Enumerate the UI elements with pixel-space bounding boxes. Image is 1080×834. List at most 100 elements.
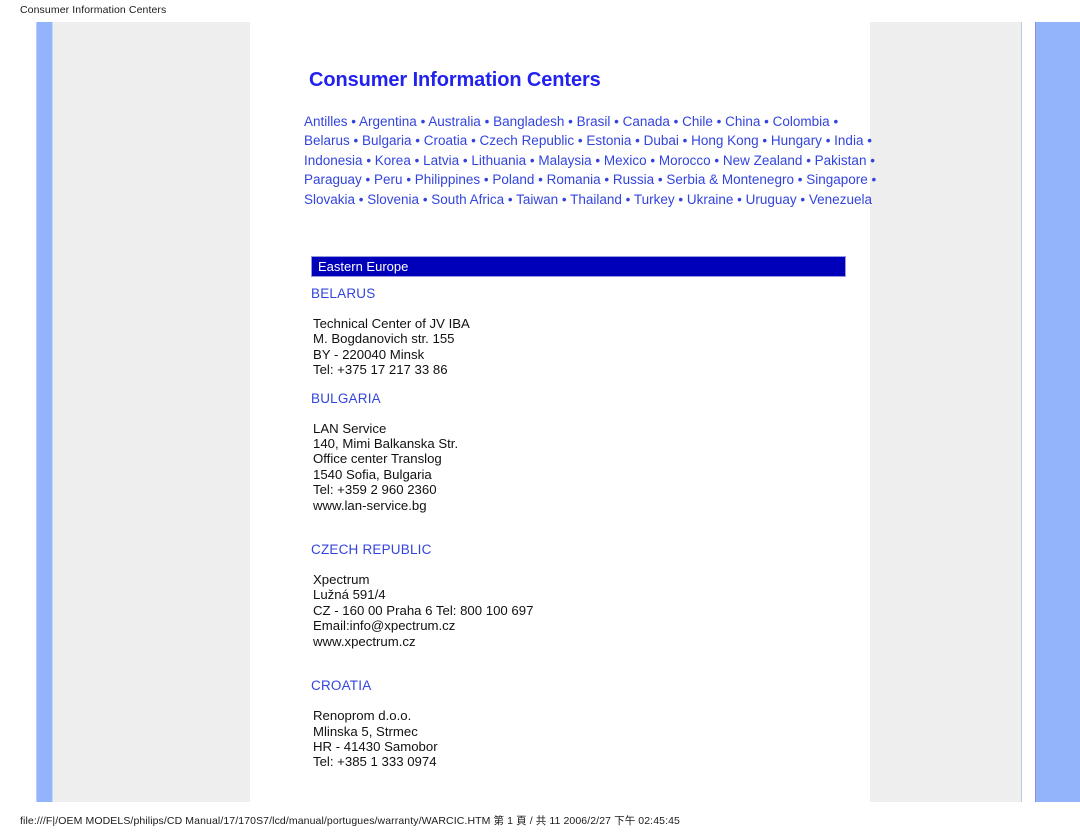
country-link[interactable]: Dubai (644, 133, 679, 148)
country-link-separator: • (362, 152, 375, 168)
country-link-separator: • (674, 191, 687, 207)
country-link[interactable]: Ukraine (687, 192, 734, 207)
country-link-separator: • (410, 152, 424, 168)
country-link[interactable]: South Africa (431, 192, 504, 207)
country-link[interactable]: Colombia (773, 114, 830, 129)
country-link-separator: • (349, 133, 363, 149)
country-link[interactable]: Slovenia (367, 192, 419, 207)
country-link-separator: • (480, 114, 494, 129)
country-entry: BELARUS Technical Center of JV IBA M. Bogd… (311, 284, 871, 378)
country-link[interactable]: India (834, 133, 863, 148)
country-link[interactable]: Hong Kong (691, 133, 759, 148)
country-entry: CZECH REPUBLIC Xpectrum Lužná 591/4 CZ - 16… (311, 540, 871, 649)
main-content-column: Consumer Information Centers Antilles • … (250, 22, 876, 802)
country-link[interactable]: Czech Republic (480, 133, 575, 148)
country-link[interactable]: China (725, 114, 760, 129)
page-title: Consumer Information Centers (309, 69, 601, 91)
country-link-separator: • (402, 172, 415, 188)
address-line: Tel: +375 17 217 33 86 (313, 362, 448, 378)
country-link[interactable]: New Zealand (723, 153, 803, 168)
country-entry-address: Renoprom d.o.o. Mlinska 5, Strmec HR - 414… (313, 708, 871, 770)
country-link[interactable]: Indonesia (304, 153, 363, 168)
country-link-separator: • (347, 114, 360, 129)
address-line: Tel: +385 1 333 0974 (313, 754, 437, 770)
country-link[interactable]: Argentina (359, 114, 417, 129)
country-link-separator: • (678, 133, 692, 149)
country-link[interactable]: Belarus (304, 133, 350, 148)
right-blue-stripe (1035, 22, 1080, 802)
address-line: CZ - 160 00 Praha 6 Tel: 800 100 697 (313, 602, 534, 618)
country-link[interactable]: Poland (492, 172, 534, 187)
left-blue-stripe (36, 22, 53, 802)
country-link[interactable]: Taiwan (516, 192, 558, 207)
country-entry-address: Xpectrum Lužná 591/4 CZ - 160 00 Praha 6 T… (313, 572, 871, 649)
country-link-separator: • (863, 133, 872, 149)
country-link[interactable]: Mexico (604, 153, 647, 168)
country-link-separator: • (710, 152, 723, 168)
country-link[interactable]: Morocco (659, 153, 711, 168)
country-link[interactable]: Latvia (423, 153, 459, 168)
country-link[interactable]: Malaysia (538, 153, 591, 168)
country-link-separator: • (416, 114, 429, 129)
country-link-separator: • (796, 191, 809, 207)
country-link-separator: • (669, 114, 683, 129)
country-link-separator: • (867, 172, 877, 188)
address-line: Tel: +359 2 960 2360 (313, 482, 437, 498)
country-link[interactable]: Thailand (570, 192, 622, 207)
country-link-separator: • (866, 152, 875, 168)
country-link[interactable]: Bangladesh (493, 114, 564, 129)
entry-spacer (311, 649, 871, 676)
country-link-separator: • (459, 152, 472, 168)
country-link[interactable]: Uruguay (746, 192, 797, 207)
country-link[interactable]: Croatia (424, 133, 468, 148)
country-entry-heading: BELARUS (311, 286, 376, 301)
country-link[interactable]: Turkey (634, 192, 675, 207)
country-link[interactable]: Lithuania (471, 153, 526, 168)
country-link[interactable]: Estonia (586, 133, 631, 148)
country-link[interactable]: Slovakia (304, 192, 355, 207)
address-line: LAN Service (313, 420, 387, 436)
country-link[interactable]: Paraguay (304, 172, 362, 187)
country-link[interactable]: Russia (613, 172, 654, 187)
country-link[interactable]: Hungary (771, 133, 822, 148)
country-link[interactable]: Bulgaria (362, 133, 412, 148)
country-link-separator: • (631, 133, 644, 149)
section-banner-eastern-europe: Eastern Europe (311, 256, 846, 277)
country-link-separator: • (361, 172, 375, 188)
country-link[interactable]: Canada (623, 114, 670, 129)
country-link[interactable]: Venezuela (809, 192, 872, 207)
country-link-separator: • (467, 133, 480, 149)
country-link-separator: • (558, 191, 571, 207)
address-line: Technical Center of JV IBA (313, 316, 470, 331)
address-line: Renoprom d.o.o. (313, 708, 412, 724)
country-link[interactable]: Serbia & Montenegro (666, 172, 794, 187)
country-link-separator: • (802, 152, 815, 168)
country-link-separator: • (480, 172, 493, 188)
country-link[interactable]: Romania (547, 172, 601, 187)
country-link-separator: • (504, 191, 517, 207)
country-link[interactable]: Australia (428, 114, 481, 129)
country-link[interactable]: Brasil (577, 114, 611, 129)
country-link-separator: • (829, 114, 839, 129)
right-side-panel (870, 22, 1022, 802)
country-link[interactable]: Antilles (304, 114, 348, 129)
country-entry-list: BELARUS Technical Center of JV IBA M. Bogd… (311, 284, 871, 770)
country-link[interactable]: Chile (682, 114, 713, 129)
country-entry-address: Technical Center of JV IBA M. Bogdanovich… (313, 316, 871, 378)
country-link-separator: • (610, 114, 623, 129)
country-link-separator: • (411, 133, 424, 149)
country-link[interactable]: Peru (374, 172, 403, 187)
country-link-separator: • (821, 133, 835, 149)
country-link[interactable]: Pakistan (815, 153, 867, 168)
country-link[interactable]: Korea (375, 153, 411, 168)
country-link[interactable]: Philippines (415, 172, 480, 187)
country-link-separator: • (564, 114, 577, 129)
printed-page: Consumer Information Centers Antilles • … (36, 22, 1080, 802)
country-entry-heading: BULGARIA (311, 390, 381, 406)
country-link-separator: • (534, 172, 547, 188)
country-link-separator: • (355, 191, 368, 207)
country-link[interactable]: Singapore (806, 172, 868, 187)
country-entry: CROATIA Renoprom d.o.o. Mlinska 5, Strmec H… (311, 676, 871, 770)
print-footer-path: file:///F|/OEM MODELS/philips/CD Manual/… (20, 815, 680, 827)
country-link-separator: • (419, 191, 432, 207)
